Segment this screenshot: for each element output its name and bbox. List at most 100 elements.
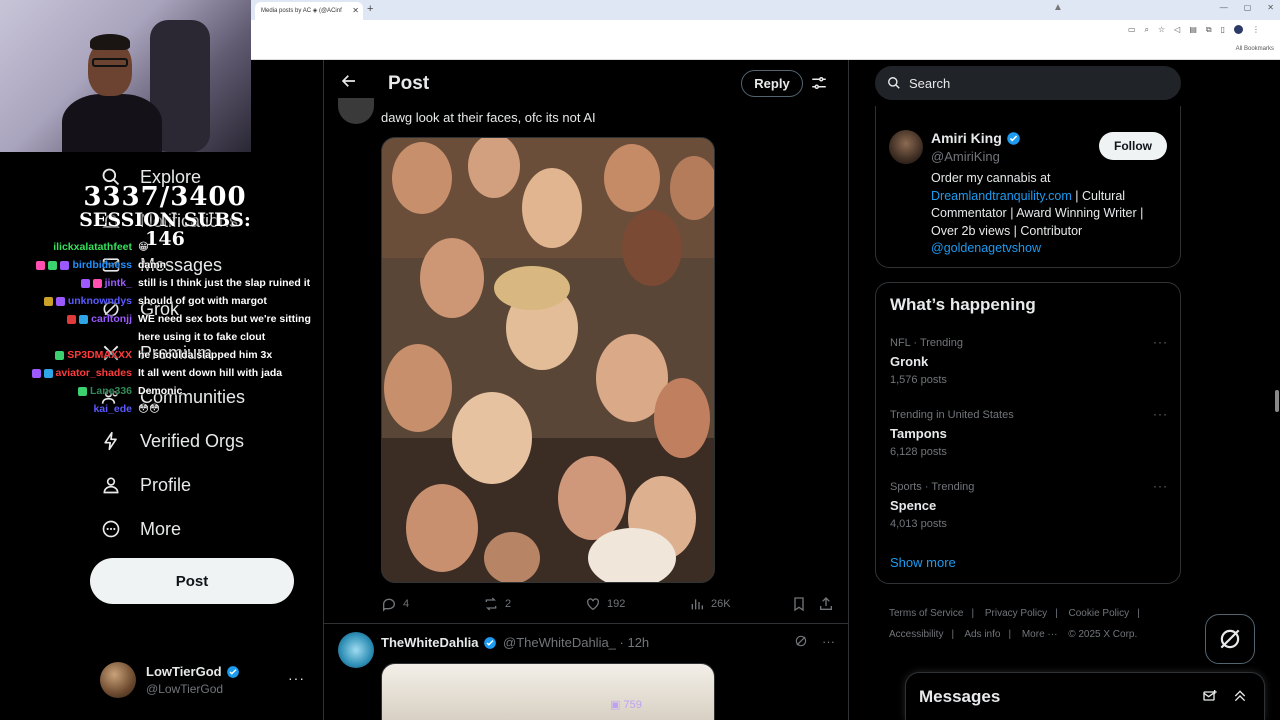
chat-message: damn [138,259,167,271]
minimize-button[interactable]: — [1220,3,1228,12]
footer-link-cookie[interactable]: Cookie Policy [1069,608,1130,619]
trend-item[interactable]: NFL · Trending Gronk 1,576 posts ··· [890,335,1170,397]
compose-post-button[interactable]: Post [90,558,294,604]
share-action[interactable] [818,596,834,612]
chat-username: carltonjj [91,313,132,325]
footer-link-privacy[interactable]: Privacy Policy [985,608,1047,619]
footer-link-more[interactable]: More ··· [1022,629,1058,640]
nav-item-profile[interactable]: Profile [100,470,191,500]
webcam-overlay [0,0,251,152]
chat-message: he shoulda slapped him 3x [138,349,273,361]
post-media-image[interactable] [381,137,715,583]
extensions-icon[interactable]: ⧉ [1206,25,1212,35]
account-more-icon[interactable]: ··· [288,670,305,686]
sliders-icon[interactable] [810,74,828,92]
toolbar-icons: ▭ ⌕ ☆ ◁ ▤ ⧉ ▯ ⋮ [1128,25,1260,35]
trend-more-icon[interactable]: ··· [1153,479,1168,493]
avatar[interactable] [889,130,923,164]
chat-line: here using it to fake clout [18,331,318,349]
close-window-button[interactable]: ✕ [1267,3,1274,12]
post-media-image[interactable] [381,663,715,720]
stream-chat-overlay: ilickxalatathfeet 😁 birdbidness damn jintk_ s… [18,241,318,421]
like-action[interactable]: 192 [585,596,625,612]
account-switcher[interactable]: LowTierGod @LowTierGod ··· [100,660,315,704]
chat-line: ilickxalatathfeet 😁 [18,241,318,259]
profile-icon[interactable] [1234,25,1243,34]
chat-line: birdbidness damn [18,259,318,277]
show-more-link[interactable]: Show more [890,555,956,570]
nav-item-more[interactable]: More [100,514,181,544]
avatar[interactable] [338,98,374,124]
footer-link-ads[interactable]: Ads info [964,629,1000,640]
grok-icon[interactable] [794,634,808,648]
bookmark-action[interactable] [791,596,807,612]
address-bar[interactable]: ▭ ⌕ ☆ ◁ ▤ ⧉ ▯ ⋮ [251,20,1280,42]
bio-mention[interactable]: @goldenagetvshow [931,241,1041,255]
trend-name: Spence [890,498,937,513]
trend-item[interactable]: Trending in United States Tampons 6,128 … [890,407,1170,469]
bookmark-icon [794,597,804,612]
new-tab-button[interactable]: + [367,3,373,15]
trend-count: 4,013 posts [890,518,947,530]
reply-action[interactable]: 4 [381,596,409,612]
all-bookmarks-link[interactable]: All Bookmarks [1236,46,1274,52]
tab-close-icon[interactable]: ✕ [352,6,359,15]
scrollbar-thumb[interactable] [1275,390,1279,412]
footer-separator: | [951,629,955,640]
install-icon[interactable]: ▭ [1128,25,1136,35]
streamer-hair [90,34,130,50]
chat-message: still is I think just the slap ruined it [138,277,311,289]
chat-line: unknowndys should of got with margot [18,295,318,313]
profile-handle: @AmiriKing [931,149,1000,164]
browser-tab-strip: Media posts by AC ◈ (@ACinf ✕ + — ▢ ✕ [251,0,1280,20]
cast-icon[interactable]: ▤ [1189,25,1197,35]
share-icon [820,597,832,610]
menu-icon[interactable]: ⋮ [1252,25,1260,35]
messages-drawer[interactable]: Messages [905,672,1265,720]
chevron-up-icon[interactable] [1232,688,1248,704]
search-input[interactable] [909,75,1159,91]
follow-button[interactable]: Follow [1099,132,1167,160]
chat-line: SP3DMAXXX he shoulda slapped him 3x [18,349,318,367]
views-action[interactable]: 26K [689,596,731,612]
star-icon[interactable]: ☆ [1158,25,1165,35]
repost-action[interactable]: 2 [483,596,511,612]
page-scrollbar[interactable] [1274,60,1280,720]
footer-link-accessibility[interactable]: Accessibility [889,629,943,640]
bio-link[interactable]: Dreamlandtranquility.com [931,189,1072,203]
trend-item[interactable]: Sports · Trending Spence 4,013 posts ··· [890,479,1170,541]
sidebar-icon[interactable]: ▯ [1221,25,1225,35]
grok-button[interactable] [1205,614,1255,664]
trend-meta: NFL · Trending [890,337,963,349]
back-arrow-icon[interactable] [340,72,358,95]
more-icon[interactable]: ··· [822,634,835,649]
trend-more-icon[interactable]: ··· [1153,407,1168,421]
chat-badge-icon [43,368,53,378]
zoom-icon[interactable]: ⌕ [1145,25,1149,35]
chat-user: SP3DMAXXX [55,349,132,361]
trend-more-icon[interactable]: ··· [1153,335,1168,349]
chat-line: aviator_shades It all went down hill with… [18,367,318,385]
avatar[interactable] [338,632,374,668]
post-header: Post Reply [324,60,848,106]
post-menu-icons: ··· [794,634,835,649]
maximize-button[interactable]: ▢ [1244,3,1252,12]
post-author-name[interactable]: TheWhiteDahlia [381,635,479,650]
chat-line: kai_ede 😳😳 [18,403,318,421]
reply-button[interactable]: Reply [741,70,803,97]
account-handle: @LowTierGod [146,682,224,696]
verified-badge-icon [226,665,239,678]
account-name: LowTierGod [146,664,222,679]
browser-tab[interactable]: Media posts by AC ◈ (@ACinf ✕ [255,2,363,20]
audio-icon[interactable]: ◁ [1174,25,1180,35]
chat-user: carltonjj [67,313,132,325]
nav-item-verified-orgs[interactable]: Verified Orgs [100,426,244,456]
profile-name[interactable]: Amiri King [931,130,1002,146]
search-box[interactable] [875,66,1181,100]
trend-name: Tampons [890,426,947,441]
chat-line: carltonjj WE need sex bots but we're sitt… [18,313,318,331]
new-message-icon[interactable] [1202,688,1218,704]
footer-link-terms[interactable]: Terms of Service [889,608,963,619]
chat-badge-icon [31,368,41,378]
chat-username: jintk_ [104,277,132,289]
